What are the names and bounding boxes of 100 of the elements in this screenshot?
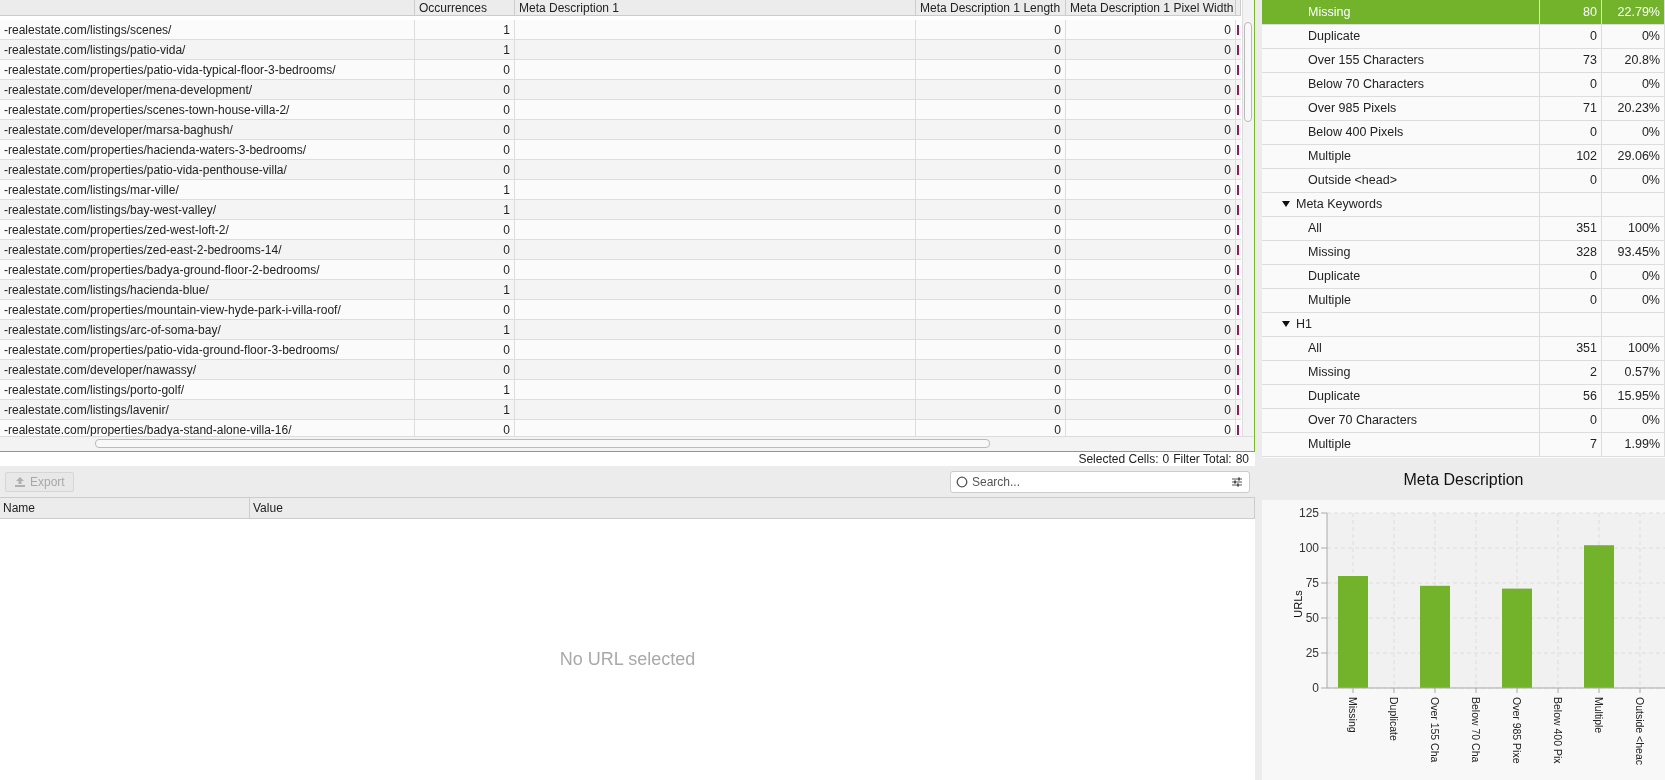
pixel-width-cell: 0 [1066,200,1236,220]
tree-row[interactable]: Multiple 102 29.06% [1262,144,1665,168]
tree-row[interactable]: Missing 328 93.45% [1262,240,1665,264]
url-cell: -realestate.com/properties/patio-vida-typical-floor-3-bedrooms/ [0,60,415,80]
column-header[interactable]: Meta Description 1 Length [916,0,1066,16]
url-cell: -realestate.com/listings/bay-west-valley/ [0,200,415,220]
length-cell: 0 [916,180,1066,200]
pixel-width-cell: 0 [1066,280,1236,300]
tree-row[interactable]: Over 70 Characters 0 0% [1262,408,1665,432]
pixel-width-cell: 0 [1066,300,1236,320]
url-cell: -realestate.com/listings/patio-vida/ [0,40,415,60]
y-tick-label: 125 [1298,506,1319,520]
occurrences-cell: 0 [415,260,515,280]
column-header[interactable]: Meta Description 1 [515,0,916,16]
url-cell: -realestate.com/properties/scenes-town-house-villa-2/ [0,100,415,120]
url-cell: -realestate.com/properties/mountain-view-hyde-park-i-villa-roof/ [0,300,415,320]
cell-mark [1237,384,1239,395]
pixel-width-cell: 0 [1066,360,1236,380]
tree-row[interactable]: Over 985 Pixels 71 20.23% [1262,96,1665,120]
cell-mark [1237,244,1239,255]
scroll-thumb[interactable] [1244,22,1252,122]
tree-row[interactable]: Below 70 Characters 0 0% [1262,72,1665,96]
url-cell: -realestate.com/listings/scenes/ [0,20,415,40]
length-cell: 0 [916,60,1066,80]
pixel-width-cell: 0 [1066,380,1236,400]
occurrences-cell: 1 [415,380,515,400]
length-cell: 0 [916,380,1066,400]
length-cell: 0 [916,360,1066,380]
pixel-width-cell: 0 [1066,340,1236,360]
y-tick-label: 25 [1305,646,1319,660]
occurrences-cell: 1 [415,20,515,40]
vertical-scrollbar[interactable] [1242,0,1254,436]
tree-row[interactable]: All 351 100% [1262,336,1665,360]
length-cell: 0 [916,240,1066,260]
x-tick-label: Missing [1347,697,1359,733]
column-header[interactable]: Meta Description 1 Pixel Width [1066,0,1236,16]
pixel-width-cell: 0 [1066,20,1236,40]
cell-mark [1237,324,1239,335]
cell-mark [1237,144,1239,155]
length-cell: 0 [916,40,1066,60]
occurrences-cell: 0 [415,160,515,180]
occurrences-cell: 0 [415,340,515,360]
cell-mark [1237,24,1239,35]
chart-title: Meta Description [1402,470,1525,490]
pixel-width-cell: 0 [1066,40,1236,60]
occurrences-cell: 0 [415,120,515,140]
row-count: 7 [1540,432,1602,457]
length-cell: 0 [916,300,1066,320]
tree-row[interactable]: Over 155 Characters 73 20.8% [1262,48,1665,72]
search-field[interactable]: Search... [950,470,1250,493]
tree-row[interactable]: Multiple 7 1.99% [1262,432,1665,456]
length-cell: 0 [916,140,1066,160]
cell-mark [1237,364,1239,375]
length-cell: 0 [916,100,1066,120]
pixel-width-cell: 0 [1066,160,1236,180]
x-tick-label: Below 400 Pix [1552,697,1564,764]
occurrences-cell: 0 [415,100,515,120]
pixel-width-cell: 0 [1066,140,1236,160]
pixel-width-cell: 0 [1066,100,1236,120]
pixel-width-cell: 0 [1066,240,1236,260]
tree-row[interactable]: Outside <head> 0 0% [1262,168,1665,192]
url-cell: -realestate.com/listings/lavenir/ [0,400,415,420]
tree-row[interactable]: Duplicate 0 0% [1262,264,1665,288]
tree-row[interactable]: Below 400 Pixels 0 0% [1262,120,1665,144]
search-icon [956,475,968,488]
sliders-icon[interactable] [1231,475,1243,488]
x-tick-label: Over 155 Cha [1429,697,1441,763]
occurrences-cell: 0 [415,240,515,260]
url-cell: -realestate.com/properties/badya-ground-floor-2-bedrooms/ [0,260,415,280]
y-tick-label: 100 [1298,541,1319,555]
y-tick-label: 75 [1305,576,1319,590]
pixel-width-cell: 0 [1066,120,1236,140]
occurrences-cell: 0 [415,140,515,160]
tree-row[interactable]: Duplicate 0 0% [1262,24,1665,48]
occurrences-cell: 1 [415,320,515,340]
horizontal-scrollbar[interactable] [0,436,1254,451]
scroll-thumb[interactable] [95,439,990,448]
caret-icon[interactable] [1282,200,1290,208]
cell-mark [1237,204,1239,215]
url-cell: -realestate.com/listings/porto-golf/ [0,380,415,400]
url-cell: -realestate.com/properties/hacienda-waters-3-bedrooms/ [0,140,415,160]
pixel-width-cell: 0 [1066,400,1236,420]
column-header[interactable]: Occurrences [415,0,515,16]
tree-row[interactable]: Missing 2 0.57% [1262,360,1665,384]
tree-row[interactable]: All 351 100% [1262,216,1665,240]
tree-row[interactable]: Multiple 0 0% [1262,288,1665,312]
url-cell: -realestate.com/developer/marsa-baghush/ [0,120,415,140]
pixel-width-cell: 0 [1066,180,1236,200]
column-header[interactable]: Name [0,498,250,518]
tree-row[interactable]: Duplicate 56 15.95% [1262,384,1665,408]
cell-mark [1237,224,1239,235]
column-header[interactable]: Value [250,498,1255,518]
cell-mark [1237,304,1239,315]
caret-icon[interactable] [1282,320,1290,328]
header-cell[interactable] [1236,0,1241,16]
x-tick-label: Multiple [1593,697,1605,734]
cell-mark [1237,84,1239,95]
x-tick-label: Over 985 Pixe [1511,697,1523,764]
header-cell[interactable] [0,0,415,16]
cell-mark [1237,44,1239,55]
